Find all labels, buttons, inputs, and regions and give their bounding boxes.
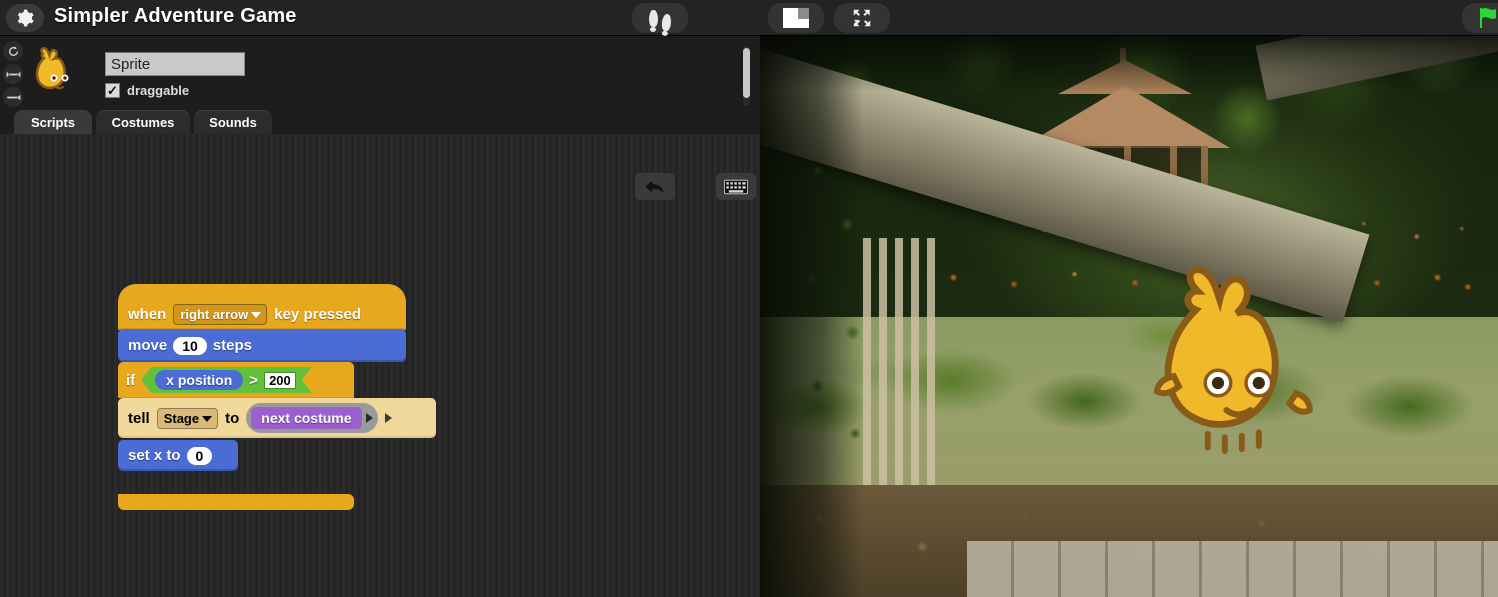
right-arrow-icon [6,94,20,100]
ring-expand-arrow-icon[interactable] [365,413,373,423]
project-title: Simpler Adventure Game [54,5,297,27]
tab-costumes[interactable]: Costumes [96,110,190,134]
scratch-window: Simpler Adventure Game Sprite ✓ draggabl… [0,0,1498,597]
sprite-info-scrollbar[interactable] [743,46,750,106]
key-dropdown[interactable]: right arrow [173,303,268,325]
if-header: if x position > 200 [118,362,354,398]
backdrop-shadow-left [760,36,864,597]
script-stack[interactable]: when right arrow key pressed move 10 ste… [118,284,436,510]
gear-icon[interactable] [6,4,44,32]
editor-left-pane: Sprite ✓ draggable Scripts Costumes Soun… [0,36,760,597]
full-stage-button[interactable] [834,3,890,33]
tab-costumes-label: Costumes [111,114,175,130]
top-toolbar: Simpler Adventure Game [0,0,1498,36]
greater-than-symbol: > [249,371,259,389]
draggable-checkbox[interactable]: ✓ [105,83,120,98]
tell-label: tell [128,409,150,427]
tell-target-dropdown[interactable]: Stage [156,407,219,429]
block-when-key-pressed[interactable]: when right arrow key pressed [118,284,406,330]
sprite-thumbnail[interactable] [26,42,88,104]
greater-than-input[interactable]: 200 [264,372,296,389]
draggable-label: draggable [127,83,190,98]
backdrop-pavers [966,540,1498,597]
rotate-all-around-button[interactable] [3,41,23,61]
keyboard-icon [724,179,748,194]
block-set-x-to[interactable]: set x to 0 [118,440,238,471]
move-label: move [128,337,168,354]
tell-ring-slot[interactable]: next costume [246,403,378,433]
when-label: when [128,305,167,323]
block-if[interactable]: if x position > 200 tell Stage to next c… [118,362,436,510]
if-bottom-arm [118,494,354,510]
if-label: if [126,371,136,389]
sprite-name-input[interactable]: Sprite [105,52,245,76]
small-stage-button[interactable] [768,3,824,33]
undo-arrow-icon [645,180,664,193]
fullscreen-arrows-icon [853,9,871,27]
block-greater-than[interactable]: x position > 200 [141,367,312,393]
gobo-thumbnail-icon [35,46,69,90]
block-tell-to[interactable]: tell Stage to next costume [118,398,436,438]
block-x-position[interactable]: x position [155,370,243,390]
to-label: to [225,409,240,427]
gobo-sprite[interactable] [1150,261,1320,471]
garden-backdrop [760,36,1498,597]
editor-tabs: Scripts Costumes Sounds [0,110,760,134]
scrollbar-thumb[interactable] [743,48,750,98]
rotate-all-around-icon [8,45,18,56]
gobo-sprite-icon [1153,266,1313,454]
green-flag-button[interactable] [1462,3,1498,33]
set-x-label: set x to [128,447,181,464]
block-next-costume[interactable]: next costume [251,407,362,429]
tab-sounds-label: Sounds [209,114,257,130]
left-right-arrow-icon [6,71,20,77]
set-x-input[interactable]: 0 [186,446,213,465]
tab-scripts[interactable]: Scripts [14,110,92,134]
tab-sounds[interactable]: Sounds [194,110,272,134]
block-move-steps[interactable]: move 10 steps [118,329,406,362]
key-pressed-label: key pressed [274,305,361,323]
green-flag-icon [1480,8,1496,28]
do-not-rotate-button[interactable] [3,87,23,107]
scripts-canvas[interactable]: when right arrow key pressed move 10 ste… [0,134,760,597]
tab-scripts-label: Scripts [30,114,76,130]
stage[interactable] [760,36,1498,597]
footprints-icon [649,9,672,32]
draggable-row: ✓ draggable [105,83,189,98]
sprite-info-panel: Sprite ✓ draggable [0,36,760,110]
undo-button[interactable] [635,173,675,200]
steps-label: steps [212,337,252,354]
if-body-contents: tell Stage to next costume set x to 0 [118,398,436,494]
small-stage-layout-icon [783,8,809,28]
rotation-style-buttons [3,41,25,110]
presentation-footprints-button[interactable] [632,3,688,33]
rotate-left-right-button[interactable] [3,64,23,84]
tell-expand-arrow-icon[interactable] [384,413,392,423]
keyboard-button[interactable] [716,173,756,200]
backdrop-shadow-top [760,36,1498,93]
move-steps-input[interactable]: 10 [173,336,207,355]
